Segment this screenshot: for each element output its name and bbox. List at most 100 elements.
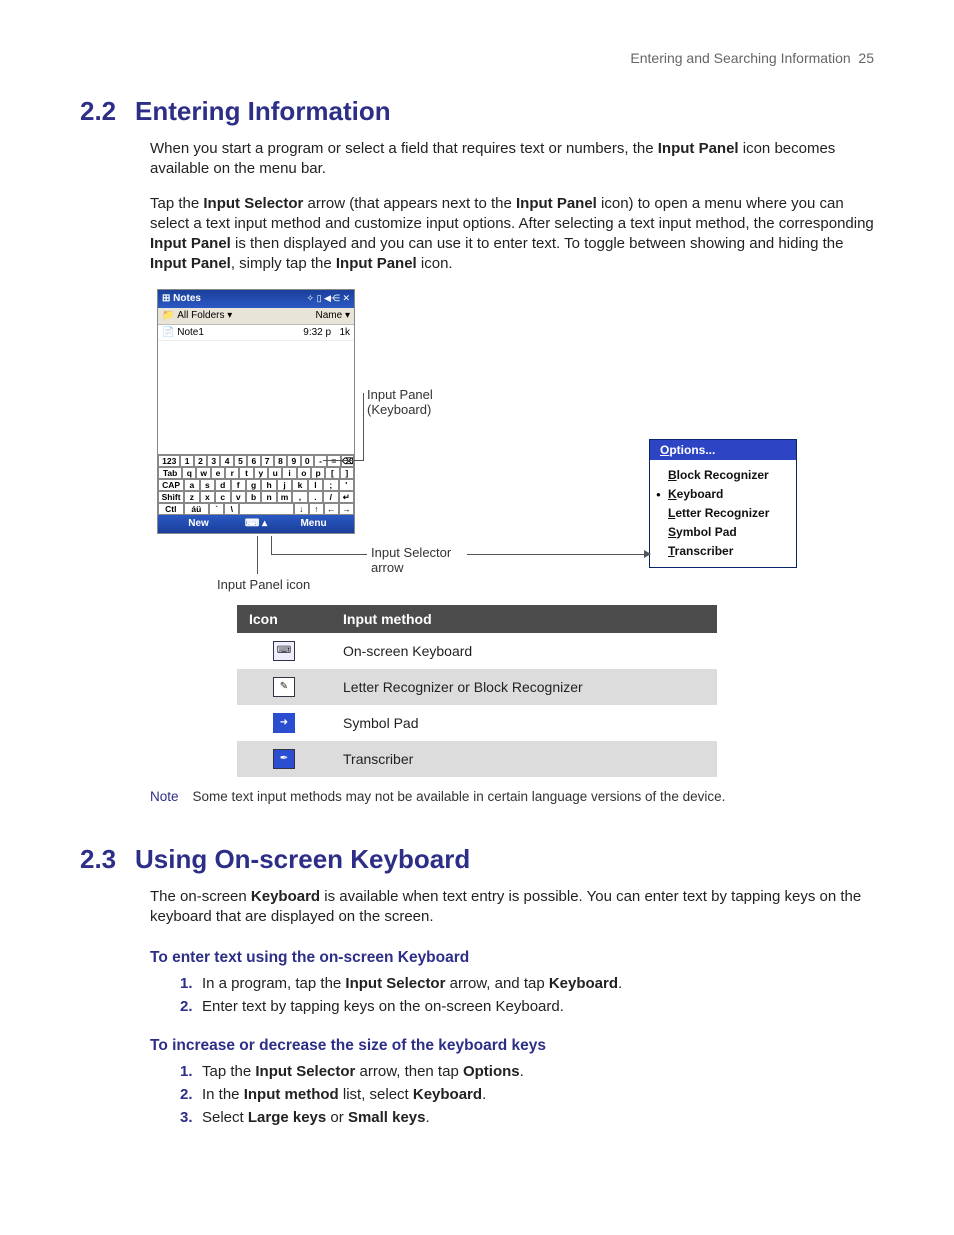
key: / (323, 491, 338, 503)
key: 123 (158, 455, 180, 467)
new-button: New (158, 518, 239, 529)
callout-input-panel-icon: Input Panel icon (217, 577, 310, 593)
key: ↓ (294, 503, 309, 515)
key: c (215, 491, 230, 503)
note-row: 📄 Note1 9:32 p 1k (158, 325, 354, 341)
callout-input-selector: Input Selector arrow (371, 545, 451, 576)
page-number: 25 (858, 50, 874, 66)
key: p (311, 467, 325, 479)
key: . (308, 491, 323, 503)
key: ; (323, 479, 338, 491)
key: 6 (247, 455, 260, 467)
menu-button: Menu (273, 518, 354, 529)
steps-resize-keys: 1.Tap the Input Selector arrow, then tap… (180, 1063, 874, 1126)
s23-subhead-1: To enter text using the on-screen Keyboa… (150, 949, 874, 967)
key: → (339, 503, 354, 515)
key: 2 (194, 455, 207, 467)
key: áü (184, 503, 210, 515)
key: ' (339, 479, 354, 491)
chapter-name: Entering and Searching Information (630, 50, 850, 66)
s23-subhead-2: To increase or decrease the size of the … (150, 1037, 874, 1055)
kbd-icon: ⌨ (273, 641, 295, 661)
section-2-2-body: When you start a program or select a fie… (150, 139, 874, 275)
menu-item: Keyboard (668, 485, 796, 504)
note: NoteSome text input methods may not be a… (150, 789, 874, 804)
key: e (211, 467, 225, 479)
key: CAP (158, 479, 184, 491)
key: [ (325, 467, 339, 479)
key: - (314, 455, 327, 467)
key: z (184, 491, 199, 503)
table-header-icon: Icon (237, 605, 331, 633)
menu-item: Symbol Pad (668, 523, 796, 542)
menu-options: Options... (650, 440, 796, 460)
input-method-label: On-screen Keyboard (331, 633, 717, 669)
list-item: 2.Enter text by tapping keys on the on-s… (180, 998, 874, 1015)
key: j (277, 479, 292, 491)
figure-input-panel: ⊞ Notes ✧ ▯ ◀⋲ ✕ 📁 All Folders ▾ Name ▾ … (157, 289, 797, 589)
key: Ctl (158, 503, 184, 515)
key: 1 (180, 455, 193, 467)
table-row: ➜Symbol Pad (237, 705, 717, 741)
s23-p1: The on-screen Keyboard is available when… (150, 887, 874, 928)
key: r (225, 467, 239, 479)
table-header-method: Input method (331, 605, 717, 633)
input-panel-icon: ⌨ ▴ (239, 518, 273, 529)
on-screen-keyboard: 1231234567890-=⌫Tabqwertyuiop[]CAPasdfgh… (158, 454, 354, 515)
pen-icon: ✎ (273, 677, 295, 697)
key: b (246, 491, 261, 503)
key: 3 (207, 455, 220, 467)
key: o (297, 467, 311, 479)
key: ] (340, 467, 354, 479)
list-item: 3.Select Large keys or Small keys. (180, 1109, 874, 1126)
s22-p2: Tap the Input Selector arrow (that appea… (150, 194, 874, 275)
key: a (184, 479, 199, 491)
key: 5 (234, 455, 247, 467)
note-icon: 📄 (162, 327, 174, 338)
key: 0 (301, 455, 314, 467)
device-folder-bar: 📁 All Folders ▾ Name ▾ (158, 308, 354, 325)
section-2-3-body: The on-screen Keyboard is available when… (150, 887, 874, 928)
key: Tab (158, 467, 182, 479)
table-row: ✒Transcriber (237, 741, 717, 777)
menu-item: Letter Recognizer (668, 504, 796, 523)
table-row: ✎ Letter Recognizer or Block Recognizer (237, 669, 717, 705)
device-titlebar: ⊞ Notes ✧ ▯ ◀⋲ ✕ (158, 290, 354, 308)
s22-p1: When you start a program or select a fie… (150, 139, 874, 180)
sym-icon: ➜ (273, 713, 295, 733)
page-header: Entering and Searching Information 25 (80, 50, 874, 66)
input-method-label: Transcriber (331, 741, 717, 777)
key: ↵ (339, 491, 354, 503)
device-softbar: New ⌨ ▴ Menu (158, 515, 354, 533)
key: 7 (261, 455, 274, 467)
key: ` (209, 503, 224, 515)
key: 8 (274, 455, 287, 467)
section-2-2-heading: 2.2Entering Information (80, 96, 874, 127)
key: n (261, 491, 276, 503)
key: w (196, 467, 210, 479)
note-text: Some text input methods may not be avail… (193, 789, 726, 804)
menu-item: Block Recognizer (668, 466, 796, 485)
key: l (308, 479, 323, 491)
key: = (327, 455, 340, 467)
key: s (200, 479, 215, 491)
list-item: 2.In the Input method list, select Keybo… (180, 1086, 874, 1103)
key: q (182, 467, 196, 479)
callout-input-panel: Input Panel (Keyboard) (367, 387, 433, 418)
input-method-label: Letter Recognizer or Block Recognizer (331, 669, 717, 705)
list-item: 1.Tap the Input Selector arrow, then tap… (180, 1063, 874, 1080)
key: Shift (158, 491, 184, 503)
key: i (282, 467, 296, 479)
key (239, 503, 293, 515)
key: d (215, 479, 230, 491)
input-method-table: Icon Input method ⌨ On-screen Keyboard ✎ Le… (237, 605, 717, 777)
key: x (200, 491, 215, 503)
key: u (268, 467, 282, 479)
key: h (261, 479, 276, 491)
section-2-3-heading: 2.3Using On-screen Keyboard (80, 844, 874, 875)
key: k (292, 479, 307, 491)
key: \ (224, 503, 239, 515)
key: 9 (287, 455, 300, 467)
menu-item: Transcriber (668, 542, 796, 561)
list-item: 1.In a program, tap the Input Selector a… (180, 975, 874, 992)
